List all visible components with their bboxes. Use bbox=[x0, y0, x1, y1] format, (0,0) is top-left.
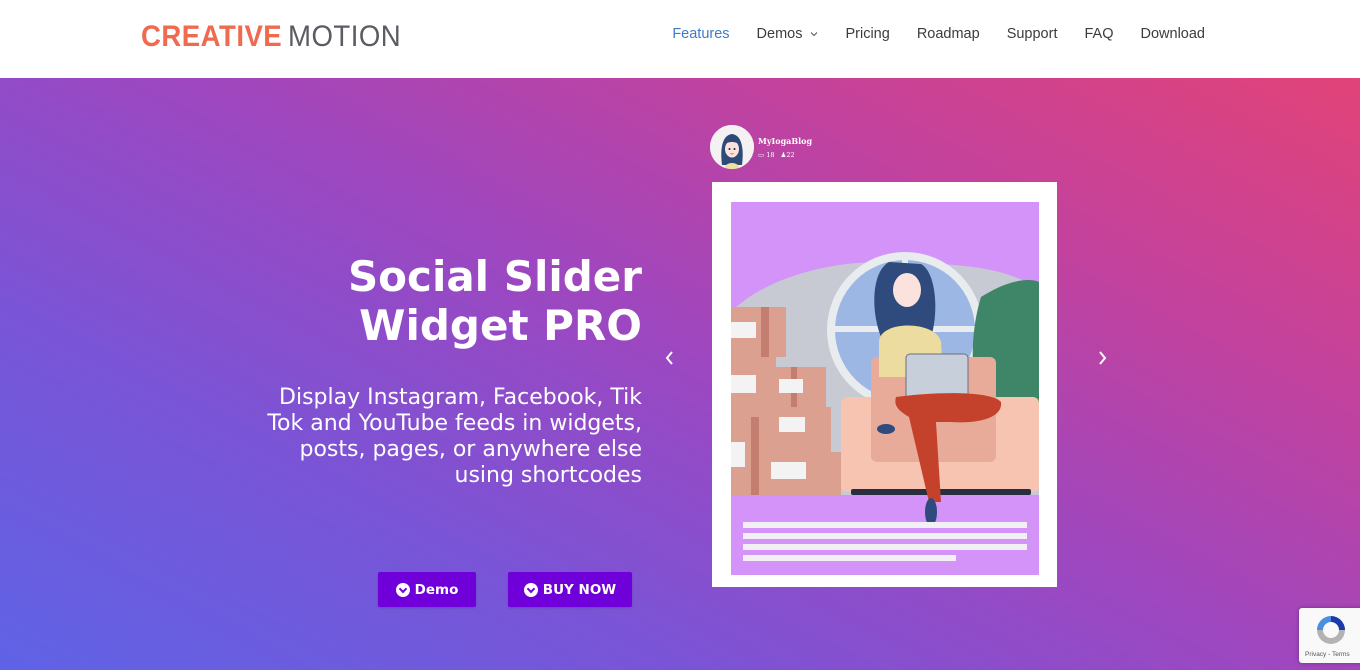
posts-count: ▭ 18 bbox=[758, 151, 775, 159]
nav-pricing[interactable]: Pricing bbox=[845, 26, 889, 42]
profile-name: MyIogaBlog bbox=[758, 135, 813, 146]
demo-button[interactable]: Demo bbox=[378, 572, 476, 607]
download-circle-icon bbox=[395, 582, 410, 597]
site-header: CREATIVE MOTION Features Demos Pricing R… bbox=[0, 0, 1360, 78]
nav-features[interactable]: Features bbox=[672, 26, 729, 42]
image-icon: ▭ bbox=[758, 150, 765, 159]
slide-card[interactable] bbox=[712, 182, 1057, 587]
profile-info: MyIogaBlog ▭ 18 ♟22 bbox=[758, 136, 812, 159]
logo-creative: CREATIVE bbox=[141, 20, 283, 53]
nav-download[interactable]: Download bbox=[1141, 26, 1206, 42]
nav-support[interactable]: Support bbox=[1007, 26, 1058, 42]
logo[interactable]: CREATIVE MOTION bbox=[141, 20, 411, 54]
hero-subtitle: Display Instagram, Facebook, Tik Tok and… bbox=[267, 385, 642, 488]
buy-now-button[interactable]: BUY NOW bbox=[508, 572, 632, 607]
followers-value: 22 bbox=[786, 150, 795, 159]
main-nav: Features Demos Pricing Roadmap Support F… bbox=[645, 26, 1205, 42]
logo-motion: MOTION bbox=[288, 20, 402, 53]
chevron-down-icon bbox=[811, 32, 818, 37]
demo-button-label: Demo bbox=[414, 581, 459, 598]
hero-title-line2: Widget PRO bbox=[359, 301, 642, 350]
feed-profile[interactable]: MyIogaBlog ▭ 18 ♟22 bbox=[710, 125, 812, 169]
profile-avatar bbox=[710, 125, 754, 169]
hero-title: Social Slider Widget PRO bbox=[262, 252, 642, 350]
hero-section: Social Slider Widget PRO Display Instagr… bbox=[0, 78, 1360, 670]
buy-now-button-label: BUY NOW bbox=[542, 581, 617, 598]
nav-roadmap[interactable]: Roadmap bbox=[917, 26, 980, 42]
followers-count: ♟22 bbox=[781, 151, 795, 159]
recaptcha-icon bbox=[1317, 616, 1345, 644]
posts-value: 18 bbox=[766, 150, 775, 159]
nav-faq[interactable]: FAQ bbox=[1084, 26, 1113, 42]
nav-demos[interactable]: Demos bbox=[757, 26, 819, 42]
illustration-woman-laptop bbox=[731, 202, 1039, 575]
profile-stats: ▭ 18 ♟22 bbox=[758, 151, 812, 159]
avatar-image bbox=[710, 125, 754, 169]
recaptcha-badge[interactable]: Privacy - Terms bbox=[1299, 608, 1360, 663]
hero-title-line1: Social Slider bbox=[347, 252, 642, 301]
download-circle-icon bbox=[523, 582, 538, 597]
recaptcha-terms[interactable]: Privacy - Terms bbox=[1305, 651, 1350, 658]
chevron-right-icon[interactable] bbox=[1092, 348, 1112, 368]
nav-demos-label: Demos bbox=[756, 26, 803, 42]
slide-image bbox=[731, 202, 1039, 575]
chevron-left-icon[interactable] bbox=[660, 348, 680, 368]
